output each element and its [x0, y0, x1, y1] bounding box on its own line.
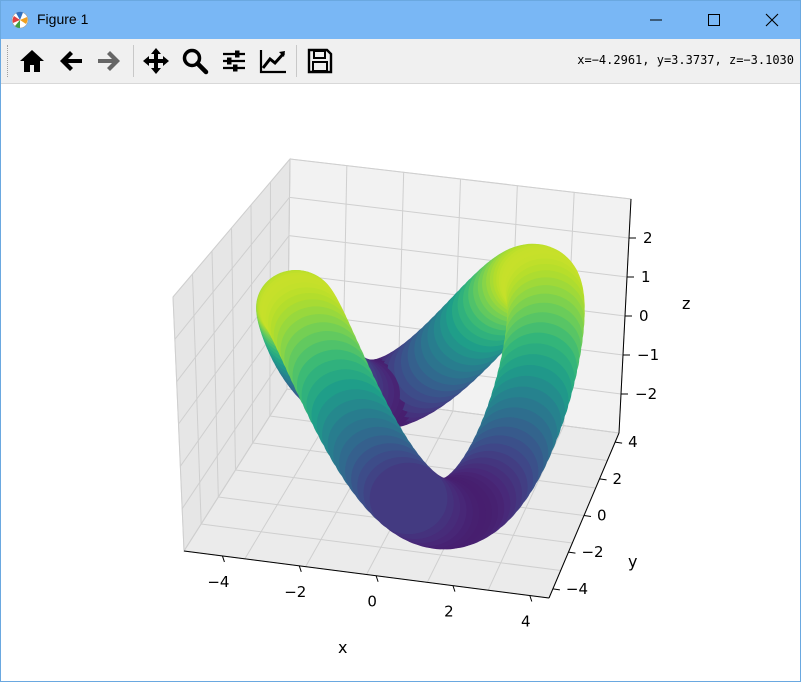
maximize-icon	[708, 14, 720, 26]
zoom-icon	[182, 48, 209, 75]
x-tick-label: 0	[367, 593, 377, 611]
z-tick-label: 0	[639, 307, 649, 325]
x-tick-mark	[221, 555, 225, 563]
toolbar-separator	[296, 45, 297, 77]
minimize-icon	[650, 19, 662, 21]
close-icon	[765, 13, 779, 27]
y-tick-label: −4	[566, 580, 588, 598]
line-chart-icon	[259, 50, 286, 74]
x-axis-label: x	[338, 638, 347, 657]
plot-area[interactable]: −4 −2 0 2 4 −4 −2 0 2 4 −2 −1 0 1 2 x y z	[1, 83, 800, 681]
x-tick-mark	[529, 595, 533, 602]
y-tick-mark	[599, 478, 607, 481]
minimize-button[interactable]	[627, 1, 685, 39]
x-tick-label: −4	[207, 573, 229, 591]
arrow-right-icon	[98, 51, 120, 71]
z-tick-label: 1	[641, 268, 651, 286]
y-tick-label: 0	[597, 507, 607, 525]
y-tick-mark	[615, 441, 623, 444]
title-bar: Figure 1	[1, 1, 800, 39]
close-button[interactable]	[743, 1, 801, 39]
sliders-icon	[223, 50, 245, 72]
z-axis-label: z	[682, 294, 690, 313]
maximize-button[interactable]	[685, 1, 743, 39]
x-tick-label: −2	[284, 583, 306, 601]
y-tick-mark	[552, 588, 560, 591]
z-tick-label: 2	[643, 229, 653, 247]
window-title: Figure 1	[37, 11, 89, 27]
matplotlib-logo-icon	[11, 11, 29, 29]
cursor-coordinates: x=−4.2961, y=3.3737, z=−3.1030	[577, 53, 794, 67]
y-axis-label: y	[628, 552, 637, 571]
y-tick-label: 4	[628, 433, 638, 451]
y-tick-mark	[568, 551, 576, 554]
zoom-button[interactable]	[178, 45, 212, 77]
x-tick-mark	[452, 585, 456, 592]
x-tick-mark	[298, 565, 302, 573]
figure-window: Figure 1 x=−4.2961, y=3.3737, z=−3.1030 …	[0, 0, 801, 682]
back-button[interactable]	[54, 45, 88, 77]
floppy-icon	[307, 48, 333, 74]
pan-button[interactable]	[139, 45, 173, 77]
home-icon	[20, 50, 44, 72]
x-tick-label: 2	[444, 603, 454, 621]
forward-button[interactable]	[92, 45, 126, 77]
x-tick-mark	[375, 575, 379, 582]
save-button[interactable]	[303, 45, 337, 77]
x-tick-label: 4	[521, 613, 531, 631]
move-icon	[143, 48, 169, 74]
toolbar-grip	[7, 45, 10, 77]
tube-segment	[369, 462, 448, 535]
customize-button[interactable]	[256, 45, 290, 77]
z-tick-label: −1	[637, 346, 659, 364]
z-tick-label: −2	[635, 385, 657, 403]
subplots-button[interactable]	[217, 45, 251, 77]
toolbar-separator	[133, 45, 134, 77]
y-tick-mark	[583, 515, 592, 517]
arrow-left-icon	[60, 51, 82, 71]
y-tick-label: −2	[581, 543, 603, 561]
home-button[interactable]	[15, 45, 49, 77]
y-tick-label: 2	[613, 470, 623, 488]
